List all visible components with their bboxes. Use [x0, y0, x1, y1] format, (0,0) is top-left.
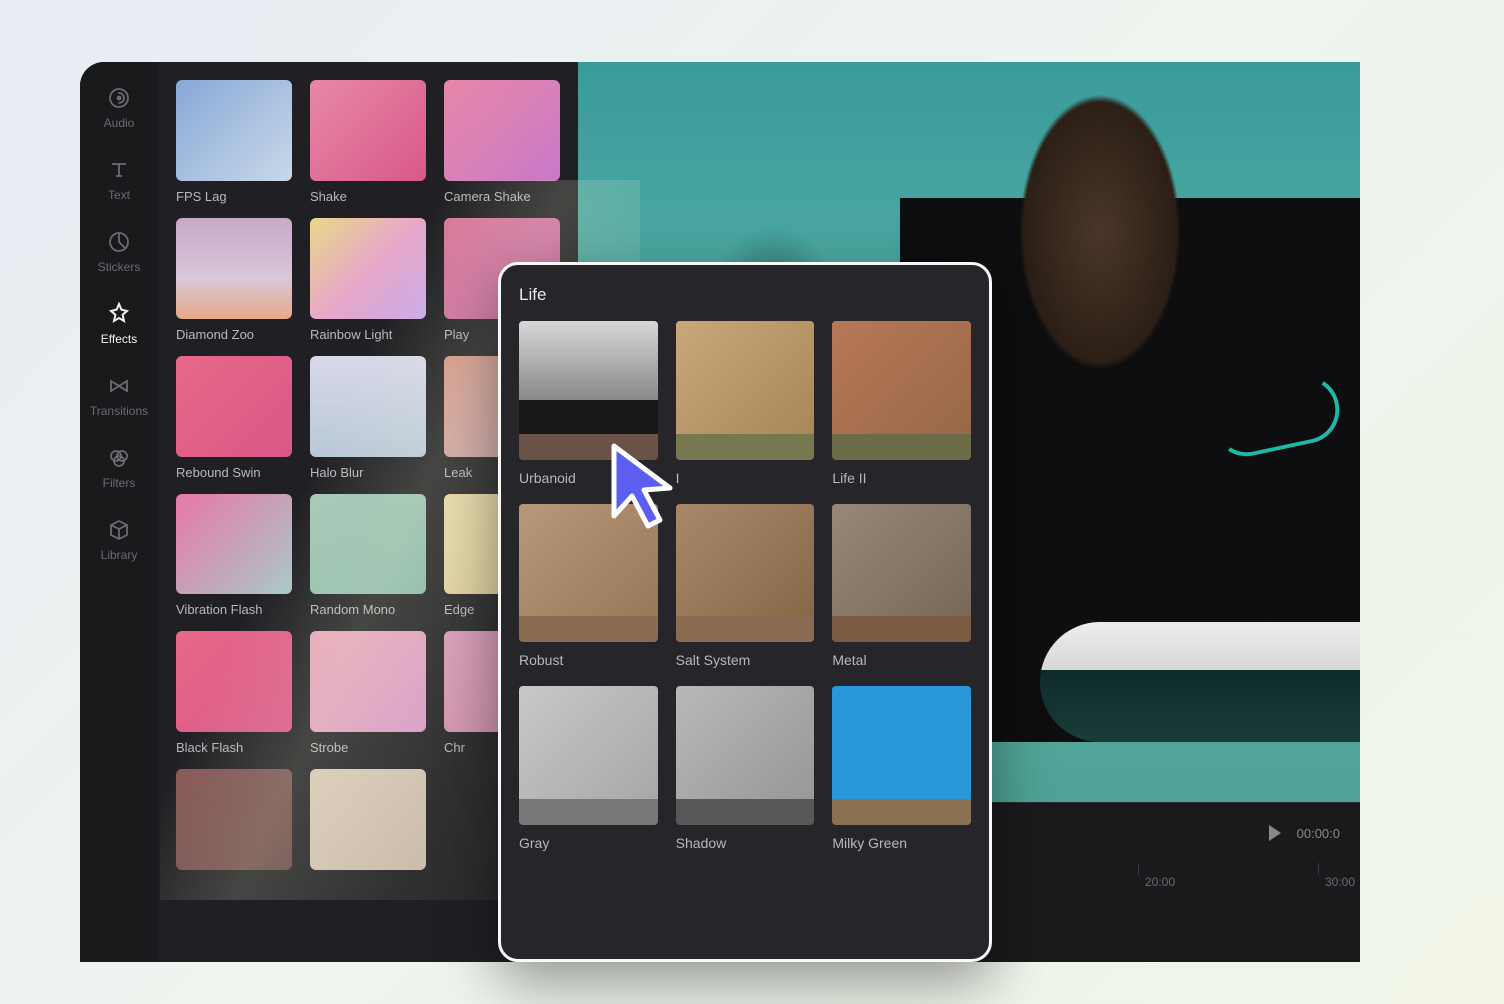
filter-label: Robust	[519, 652, 658, 668]
filter-item-urbanoid[interactable]: Urbanoid	[519, 321, 658, 486]
filter-thumbnail	[832, 321, 971, 460]
filter-thumbnail	[832, 504, 971, 643]
effect-thumbnail	[310, 218, 426, 319]
filter-thumbnail	[676, 321, 815, 460]
effect-label: Diamond Zoo	[176, 327, 292, 342]
filter-item-salt-system[interactable]: Salt System	[676, 504, 815, 669]
filter-item-metal[interactable]: Metal	[832, 504, 971, 669]
popup-title: Life	[519, 285, 971, 305]
effect-item-camera-shake[interactable]: Camera Shake	[444, 80, 560, 204]
filter-item-robust[interactable]: Robust	[519, 504, 658, 669]
ruler-mark: 30:00	[1318, 863, 1355, 875]
effect-item-strobe[interactable]: Strobe	[310, 631, 426, 755]
effect-thumbnail	[310, 631, 426, 732]
filter-item-shadow[interactable]: Shadow	[676, 686, 815, 851]
effect-item-random-mono[interactable]: Random Mono	[310, 494, 426, 618]
effect-label: Camera Shake	[444, 189, 560, 204]
filter-label: Shadow	[676, 835, 815, 851]
filter-item-life-i[interactable]: I	[676, 321, 815, 486]
filter-label: Urbanoid	[519, 470, 658, 486]
effect-item-vibration-flash[interactable]: Vibration Flash	[176, 494, 292, 618]
filter-thumbnail	[519, 321, 658, 460]
filter-thumbnail	[832, 686, 971, 825]
preview-surfboard	[1040, 622, 1360, 742]
effects-icon	[107, 302, 131, 326]
sidebar-label: Filters	[103, 476, 136, 490]
filter-thumbnail	[519, 504, 658, 643]
filter-label: Life II	[832, 470, 971, 486]
sidebar-item-library[interactable]: Library	[84, 518, 154, 562]
effect-thumbnail	[310, 80, 426, 181]
effect-item-rainbow-light[interactable]: Rainbow Light	[310, 218, 426, 342]
effect-label: FPS Lag	[176, 189, 292, 204]
sidebar-label: Library	[101, 548, 138, 562]
sidebar-item-effects[interactable]: Effects	[84, 302, 154, 346]
filter-item-gray[interactable]: Gray	[519, 686, 658, 851]
sidebar-label: Text	[108, 188, 130, 202]
filter-popup-life: Life Urbanoid I Life II Robust Salt Syst…	[498, 262, 992, 962]
filter-thumbnail	[519, 686, 658, 825]
tool-sidebar: Audio Text Stickers Effects Transitions	[80, 62, 158, 962]
filter-item-life-ii[interactable]: Life II	[832, 321, 971, 486]
filter-thumbnail	[676, 686, 815, 825]
effect-label: Shake	[310, 189, 426, 204]
effect-thumbnail	[444, 80, 560, 181]
effect-thumbnail	[176, 80, 292, 181]
filter-label: Salt System	[676, 652, 815, 668]
sidebar-label: Effects	[101, 332, 137, 346]
sidebar-item-text[interactable]: Text	[84, 158, 154, 202]
audio-icon	[107, 86, 131, 110]
stickers-icon	[107, 230, 131, 254]
ruler-mark: 20:00	[1138, 863, 1175, 875]
effect-label: Rebound Swin	[176, 465, 292, 480]
sidebar-label: Stickers	[98, 260, 141, 274]
effect-item[interactable]	[310, 769, 426, 878]
effect-label: Black Flash	[176, 740, 292, 755]
effect-item-halo-blur[interactable]: Halo Blur	[310, 356, 426, 480]
filter-label: Milky Green	[832, 835, 971, 851]
effect-label: Random Mono	[310, 602, 426, 617]
filter-item-milky-green[interactable]: Milky Green	[832, 686, 971, 851]
effect-item-shake[interactable]: Shake	[310, 80, 426, 204]
effect-thumbnail	[176, 494, 292, 595]
effect-label: Rainbow Light	[310, 327, 426, 342]
filter-label: Metal	[832, 652, 971, 668]
effect-item[interactable]	[176, 769, 292, 878]
effect-item-black-flash[interactable]: Black Flash	[176, 631, 292, 755]
transitions-icon	[107, 374, 131, 398]
effect-thumbnail	[176, 769, 292, 870]
sidebar-item-stickers[interactable]: Stickers	[84, 230, 154, 274]
timecode: 00:00:0	[1297, 826, 1340, 841]
effect-thumbnail	[176, 218, 292, 319]
text-icon	[107, 158, 131, 182]
filter-label: Gray	[519, 835, 658, 851]
sidebar-item-filters[interactable]: Filters	[84, 446, 154, 490]
sidebar-label: Audio	[104, 116, 135, 130]
sidebar-item-audio[interactable]: Audio	[84, 86, 154, 130]
library-icon	[107, 518, 131, 542]
effect-label: Strobe	[310, 740, 426, 755]
effect-thumbnail	[176, 631, 292, 732]
effect-label: Halo Blur	[310, 465, 426, 480]
sidebar-item-transitions[interactable]: Transitions	[84, 374, 154, 418]
effect-thumbnail	[176, 356, 292, 457]
effect-label: Vibration Flash	[176, 602, 292, 617]
play-button[interactable]	[1269, 825, 1281, 841]
effect-thumbnail	[310, 769, 426, 870]
sidebar-label: Transitions	[90, 404, 148, 418]
effect-thumbnail	[310, 356, 426, 457]
effect-thumbnail	[310, 494, 426, 595]
effect-item-diamond-zoo[interactable]: Diamond Zoo	[176, 218, 292, 342]
effect-item-fps-lag[interactable]: FPS Lag	[176, 80, 292, 204]
effect-item-rebound-swing[interactable]: Rebound Swin	[176, 356, 292, 480]
filter-label: I	[676, 470, 815, 486]
filter-thumbnail	[676, 504, 815, 643]
filters-icon	[107, 446, 131, 470]
